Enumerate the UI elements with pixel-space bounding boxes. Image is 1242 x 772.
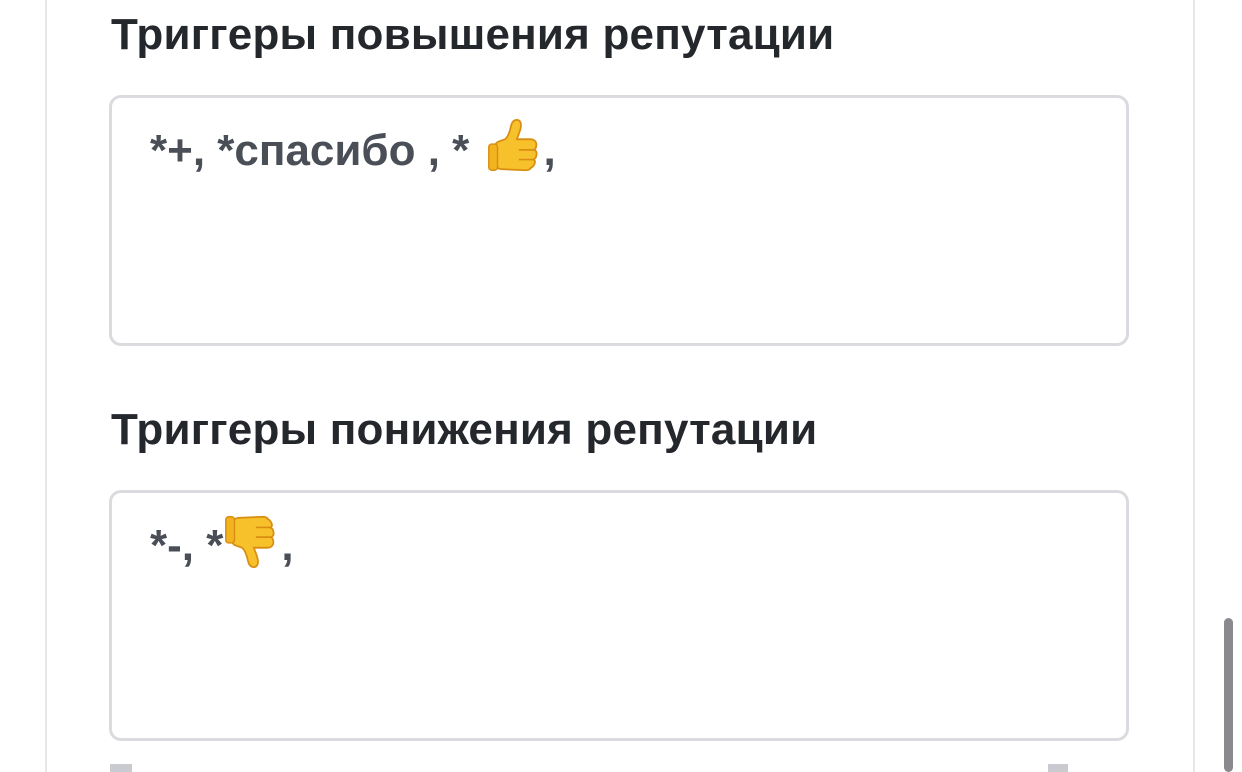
- increase-triggers-text: *+, *спасибо , *: [150, 126, 482, 175]
- vertical-scrollbar[interactable]: [1224, 618, 1233, 772]
- content-right-border: [1193, 0, 1195, 772]
- cut-off-helper-text: [110, 764, 1090, 772]
- reputation-increase-triggers-field[interactable]: *+, *спасибо , * ,: [109, 95, 1129, 346]
- decrease-triggers-trailing-text: ,: [281, 521, 294, 570]
- reputation-decrease-title: Триггеры понижения репутации: [111, 405, 818, 454]
- increase-triggers-trailing-text: ,: [543, 126, 556, 175]
- thumbs-up-icon: [487, 119, 538, 172]
- reputation-increase-title: Триггеры повышения репутации: [111, 10, 835, 59]
- thumbs-down-icon: [225, 516, 275, 569]
- reputation-decrease-triggers-value[interactable]: *-, * ,: [150, 516, 294, 572]
- decrease-triggers-text: *-, *: [150, 521, 224, 570]
- reputation-decrease-triggers-field[interactable]: *-, * ,: [109, 490, 1129, 741]
- content-left-border: [45, 0, 47, 772]
- reputation-increase-triggers-value[interactable]: *+, *спасибо , * ,: [150, 119, 556, 177]
